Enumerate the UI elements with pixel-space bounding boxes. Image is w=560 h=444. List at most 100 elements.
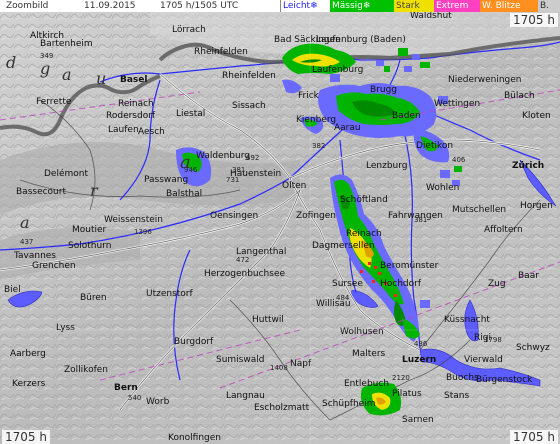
place-label: Wolhusen	[340, 327, 384, 337]
svg-text:946: 946	[184, 166, 198, 174]
place-label: Malters	[352, 349, 386, 359]
place-label: Huttwil	[252, 315, 284, 325]
place-label: Balsthal	[166, 189, 202, 199]
place-label: Bürgenstock	[476, 375, 533, 385]
svg-text:381: 381	[414, 216, 427, 224]
place-label: Dagmersellen	[312, 241, 375, 251]
place-label: Horgen	[520, 201, 553, 211]
place-label: Olten	[282, 181, 306, 191]
place-label: Herzogenbuchsee	[204, 269, 285, 279]
place-label: Baden	[392, 111, 421, 121]
corner-time-bottom-left: 1705 h	[2, 430, 50, 444]
place-label: Laufenburg	[312, 65, 363, 75]
place-label: Worb	[146, 397, 170, 407]
place-label: Zofingen	[296, 211, 336, 221]
place-label: Aarau	[334, 123, 361, 133]
place-label: Weissenstein	[104, 215, 163, 225]
place-label: Baar	[518, 271, 539, 281]
svg-text:2120: 2120	[392, 374, 410, 382]
place-label: Brugg	[370, 85, 397, 95]
place-label: Pilatus	[392, 389, 422, 399]
place-label: Buochs	[446, 373, 479, 383]
radar-map-view: { "header": { "product": "Zoombild", "da…	[0, 0, 560, 444]
place-label: Burgdorf	[174, 337, 214, 347]
svg-text:472: 472	[236, 256, 249, 264]
svg-text:a: a	[62, 65, 72, 84]
corner-time-top-right: 1705 h	[510, 13, 558, 27]
place-label-major: Zürich	[512, 161, 544, 171]
place-label: Büren	[80, 293, 107, 303]
place-label: Laufenburg (Baden)	[316, 35, 406, 45]
svg-text:u: u	[96, 69, 106, 88]
place-label: Oensingen	[210, 211, 258, 221]
place-label: Lyss	[56, 323, 75, 333]
legend-label-stark: Stark	[396, 1, 420, 11]
place-label: Kloten	[522, 111, 551, 121]
svg-text:540: 540	[128, 394, 141, 402]
svg-text:484: 484	[336, 294, 350, 302]
legend-blitze: W. Blitze	[480, 0, 538, 12]
place-label: Utzenstorf	[146, 289, 194, 299]
place-label: Zug	[488, 279, 506, 289]
svg-text:1798: 1798	[484, 336, 502, 344]
place-label: Sarnen	[402, 415, 434, 425]
place-label-major: Luzern	[402, 355, 436, 365]
snowflake-icon: ❄	[362, 1, 371, 11]
place-label: Tavannes	[13, 251, 56, 261]
place-label: Schwyz	[516, 343, 550, 353]
svg-text:d: d	[6, 53, 16, 72]
place-label: Reinach	[118, 99, 154, 109]
place-label: Biel	[4, 285, 21, 295]
place-label: Konolfingen	[168, 433, 221, 443]
place-label: Rheinfelden	[194, 47, 248, 57]
svg-text:437: 437	[20, 238, 33, 246]
svg-text:a: a	[20, 213, 30, 232]
svg-text:406: 406	[452, 156, 466, 164]
place-label: Aesch	[138, 127, 165, 137]
place-label: Passwang	[144, 175, 188, 185]
place-label: Aarberg	[10, 349, 46, 359]
svg-text:1396: 1396	[134, 228, 152, 236]
place-label: Stans	[444, 391, 469, 401]
place-label: Wohlen	[426, 183, 459, 193]
place-label: Escholzmatt	[254, 403, 310, 413]
legend-leicht: Leicht❄	[280, 0, 330, 12]
svg-text:692: 692	[246, 154, 259, 162]
place-label: Kerzers	[12, 379, 46, 389]
place-label: Waldenburg	[196, 151, 250, 161]
place-label: Schüpfheim	[322, 399, 375, 409]
svg-text:436: 436	[414, 340, 428, 348]
place-label: Beromünster	[380, 261, 439, 271]
place-label: Lenzburg	[366, 161, 408, 171]
svg-text:r: r	[90, 181, 99, 200]
place-label: Bassecourt	[16, 187, 66, 197]
place-label: Sissach	[232, 101, 266, 111]
place-label: Laufen	[108, 125, 139, 135]
place-label: Rodersdorf	[106, 111, 156, 121]
place-label: Delémont	[44, 168, 88, 179]
snowflake-icon: ❄	[310, 1, 318, 11]
legend-label-massig: Mässig	[332, 1, 363, 11]
place-label: Rheinfelden	[222, 71, 276, 81]
place-label: Sursee	[332, 279, 363, 289]
place-label: Waldshut	[410, 11, 452, 21]
svg-text:g: g	[40, 59, 50, 78]
legend-label-leicht: Leicht	[283, 1, 311, 11]
place-label: Küssnacht	[444, 315, 490, 325]
legend-label-blitze: W. Blitze	[482, 1, 521, 11]
place-label: Grenchen	[32, 261, 76, 271]
place-label: Sumiswald	[216, 355, 264, 365]
svg-text:731: 731	[226, 176, 239, 184]
place-label: Entlebuch	[344, 379, 389, 389]
place-label: Dietikon	[416, 141, 453, 151]
place-label: Kienberg	[296, 115, 336, 125]
place-label: Zollikofen	[64, 365, 108, 375]
svg-text:381: 381	[232, 166, 245, 174]
legend-extrem: Extrem	[434, 0, 480, 12]
place-label: Affoltern	[484, 225, 523, 235]
svg-text:382: 382	[312, 142, 325, 150]
place-label: Napf	[290, 359, 312, 369]
place-label: Solothurn	[68, 241, 111, 251]
place-label: Mutschellen	[452, 205, 506, 215]
place-label: Niederweningen	[448, 75, 521, 85]
